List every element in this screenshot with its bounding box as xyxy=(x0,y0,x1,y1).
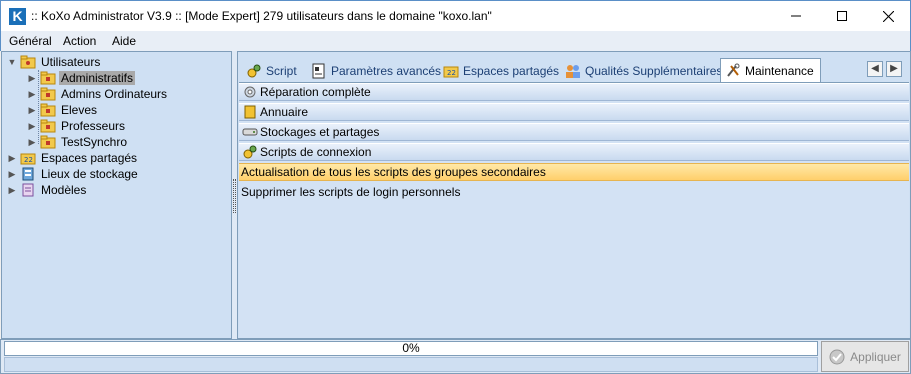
tree-label: Eleves xyxy=(61,103,98,117)
folder-users-icon xyxy=(20,55,36,69)
gears-icon xyxy=(242,145,258,159)
minimize-button[interactable] xyxy=(773,1,819,31)
collapse-chevron-icon[interactable]: ▶ xyxy=(26,89,38,100)
tab-label: Paramètres avancés xyxy=(331,64,442,78)
tree-panel: ▼ Utilisateurs ▶ Administratifs ▶ Admins… xyxy=(1,51,232,339)
collapse-chevron-icon[interactable]: ▶ xyxy=(6,153,18,164)
tab-label: Espaces partagés xyxy=(463,64,560,78)
tree-label: Modèles xyxy=(41,183,87,197)
menu-general[interactable]: Général xyxy=(9,34,52,48)
tab-qualites-supplementaires[interactable]: Qualités Supplémentaires xyxy=(565,60,722,82)
folder-group-icon xyxy=(40,119,56,133)
section-scripts-connexion[interactable]: Scripts de connexion xyxy=(239,143,909,161)
splitter-grip-icon[interactable] xyxy=(233,179,236,213)
tree-label: TestSynchro xyxy=(61,135,128,149)
tree-label: Espaces partagés xyxy=(41,151,138,165)
tree-label: Admins Ordinateurs xyxy=(61,87,168,101)
progress-text: 0% xyxy=(402,341,420,355)
tab-maintenance[interactable]: Maintenance xyxy=(720,58,821,83)
detail-panel: Script Paramètres avancés 22 Espaces par… xyxy=(237,51,911,339)
collapse-chevron-icon[interactable]: ▶ xyxy=(6,169,18,180)
section-label: Annuaire xyxy=(260,105,309,119)
tab-label: Maintenance xyxy=(745,64,814,78)
progress-bar: 0% xyxy=(4,341,818,356)
collapse-chevron-icon[interactable]: ▶ xyxy=(26,73,38,84)
tree-item-testsynchro[interactable]: ▶ TestSynchro xyxy=(26,134,129,150)
koxo-logo: K xyxy=(9,8,26,25)
menu-action[interactable]: Action xyxy=(63,34,96,48)
tab-label: Qualités Supplémentaires xyxy=(585,64,723,78)
section-stockages[interactable]: Stockages et partages xyxy=(239,123,909,141)
tree-label: Professeurs xyxy=(61,119,126,133)
tab-label: Script xyxy=(266,64,297,78)
tab-scroll-left-icon[interactable]: ◀ xyxy=(867,61,883,77)
action-supprimer-scripts[interactable]: Supprimer les scripts de login personnel… xyxy=(239,183,909,201)
status-message-area xyxy=(4,357,818,372)
drive-icon xyxy=(242,125,258,139)
directory-book-icon xyxy=(242,105,258,119)
window-title: :: KoXo Administrator V3.9 :: [Mode Expe… xyxy=(31,9,492,23)
tree-item-users[interactable]: ▼ Utilisateurs xyxy=(6,54,102,70)
repair-gear-icon xyxy=(242,85,258,99)
collapse-chevron-icon[interactable]: ▶ xyxy=(26,121,38,132)
folder-group-icon xyxy=(40,87,56,101)
section-label: Réparation complète xyxy=(260,85,371,99)
tree-item-modeles[interactable]: ▶ Modèles xyxy=(6,182,88,198)
settings-doc-icon xyxy=(311,63,327,79)
expand-chevron-icon[interactable]: ▼ xyxy=(6,57,18,67)
folder-group-icon xyxy=(40,135,56,149)
users-group-icon xyxy=(565,63,581,79)
maximize-button[interactable] xyxy=(819,1,865,31)
tab-script[interactable]: Script xyxy=(246,60,297,82)
collapse-chevron-icon[interactable]: ▶ xyxy=(6,185,18,196)
svg-text:22: 22 xyxy=(447,69,456,77)
action-actualisation-scripts[interactable]: Actualisation de tous les scripts des gr… xyxy=(239,163,909,181)
tree-label: Utilisateurs xyxy=(41,55,101,69)
tab-espaces-partages[interactable]: 22 Espaces partagés xyxy=(443,60,559,82)
action-label: Supprimer les scripts de login personnel… xyxy=(241,185,461,199)
section-label: Scripts de connexion xyxy=(260,145,372,159)
tab-strip: Script Paramètres avancés 22 Espaces par… xyxy=(238,58,910,83)
storage-icon xyxy=(20,167,36,181)
folder-group-icon xyxy=(40,103,56,117)
close-icon xyxy=(882,10,894,22)
collapse-chevron-icon[interactable]: ▶ xyxy=(26,105,38,116)
shared-space-icon: 22 xyxy=(443,63,459,79)
shared-space-icon: 22 xyxy=(20,151,36,165)
apply-label: Appliquer xyxy=(850,349,901,364)
tab-scroll-right-icon[interactable]: ▶ xyxy=(886,61,902,77)
maximize-icon xyxy=(837,11,847,21)
section-label: Stockages et partages xyxy=(260,125,380,139)
minimize-icon xyxy=(791,15,801,17)
tools-icon xyxy=(725,63,741,79)
tree-label: Lieux de stockage xyxy=(41,167,138,181)
tree-item-lieux-stockage[interactable]: ▶ Lieux de stockage xyxy=(6,166,140,182)
folder-group-icon xyxy=(40,71,56,85)
apply-button[interactable]: Appliquer xyxy=(821,341,909,372)
section-reparation[interactable]: Réparation complète xyxy=(239,83,909,101)
tree-item-eleves[interactable]: ▶ Eleves xyxy=(26,102,99,118)
title-bar: K :: KoXo Administrator V3.9 :: [Mode Ex… xyxy=(0,0,911,31)
section-annuaire[interactable]: Annuaire xyxy=(239,103,909,121)
svg-text:22: 22 xyxy=(24,156,33,164)
tree-item-administratifs[interactable]: ▶ Administratifs xyxy=(26,70,136,86)
tree-item-espaces-partages[interactable]: ▶ 22 Espaces partagés xyxy=(6,150,139,166)
tab-parametres-avances[interactable]: Paramètres avancés xyxy=(311,60,441,82)
gears-icon xyxy=(246,63,262,79)
menu-bar: Général Action Aide xyxy=(0,31,911,51)
menu-aide[interactable]: Aide xyxy=(112,34,136,48)
model-icon xyxy=(20,183,36,197)
check-icon xyxy=(829,349,845,365)
tree-label: Administratifs xyxy=(59,71,136,85)
tree-item-professeurs[interactable]: ▶ Professeurs xyxy=(26,118,127,134)
action-label: Actualisation de tous les scripts des gr… xyxy=(241,165,546,179)
maintenance-content: Réparation complète Annuaire Stockages e… xyxy=(239,82,909,338)
status-bar: 0% Appliquer xyxy=(0,339,911,374)
close-button[interactable] xyxy=(865,1,911,31)
tree-item-admins-ordinateurs[interactable]: ▶ Admins Ordinateurs xyxy=(26,86,169,102)
collapse-chevron-icon[interactable]: ▶ xyxy=(26,137,38,148)
